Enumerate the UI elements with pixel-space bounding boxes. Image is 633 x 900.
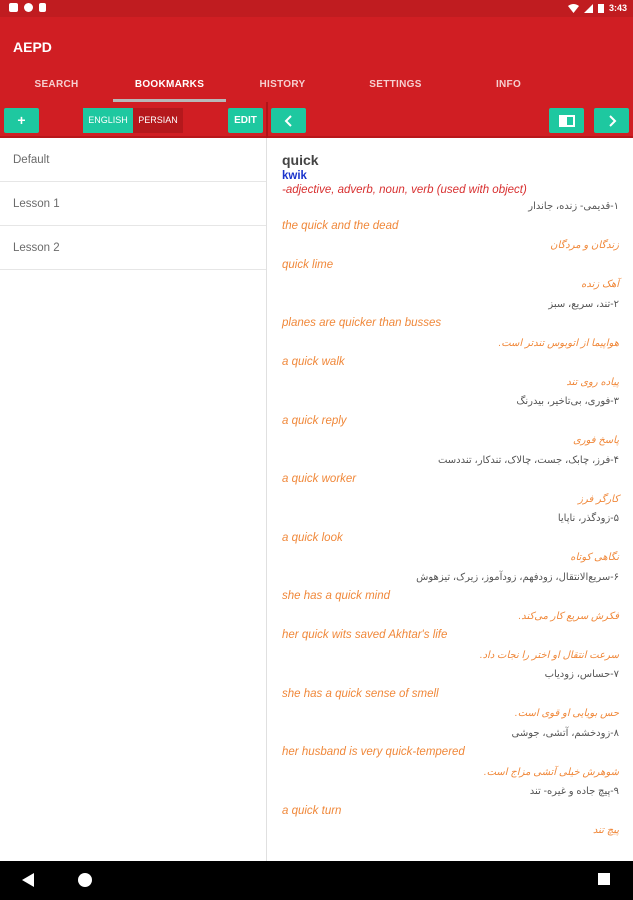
previous-button[interactable] — [271, 108, 306, 133]
edit-button[interactable]: EDIT — [228, 108, 263, 133]
notification-icon — [24, 3, 33, 12]
example-persian: زندگان و مردگان — [550, 240, 619, 251]
list-item[interactable]: Lesson 1 — [0, 182, 266, 226]
example-english: her husband is very quick-tempered — [282, 746, 465, 758]
definition-persian: ۳-فوری، بی‌تاخیر، بیدرنگ — [516, 396, 619, 407]
app-bar: AEPD SEARCH BOOKMARKS HISTORY SETTINGS I… — [0, 17, 633, 102]
example-persian: کارگر فرز — [578, 493, 619, 505]
circle-home-icon[interactable] — [78, 873, 92, 887]
example-english: a quick look — [282, 531, 343, 544]
definition-persian: ۲-تند، سریع، سبز — [548, 298, 619, 310]
example-english: a quick reply — [282, 414, 347, 427]
example-persian: نگاهی کوتاه — [570, 552, 619, 563]
lang-english-toggle[interactable]: ENGLISH — [83, 108, 133, 133]
list-item[interactable]: Default — [0, 138, 266, 182]
square-recents-icon[interactable] — [598, 873, 610, 885]
entry-view[interactable]: quick kwik -adjective, adverb, noun, ver… — [268, 138, 633, 861]
example-persian: آهک زنده — [581, 279, 619, 290]
sd-card-icon — [39, 3, 46, 12]
example-persian: پاسخ فوری — [572, 435, 619, 446]
signal-icon — [583, 3, 593, 13]
tab-bar: SEARCH BOOKMARKS HISTORY SETTINGS INFO — [0, 75, 633, 102]
example-persian: هواپیما از اتوبوس تندتر است. — [498, 337, 619, 349]
entry-pronunciation: kwik — [282, 170, 307, 182]
example-english: planes are quicker than busses — [282, 317, 442, 329]
battery-icon — [597, 4, 604, 13]
tab-settings[interactable]: SETTINGS — [339, 79, 452, 90]
system-icons: 3:43 — [567, 3, 627, 13]
notification-icon — [9, 3, 18, 12]
example-persian: شوهرش خیلی آتشی مزاج است. — [483, 766, 619, 778]
status-bar: 3:43 — [0, 0, 633, 17]
toolbar: + ENGLISH PERSIAN EDIT — [0, 102, 633, 138]
example-english: she has a quick sense of smell — [282, 687, 439, 700]
book-icon — [558, 115, 575, 127]
list-item[interactable]: Lesson 2 — [0, 226, 266, 270]
entry-part-of-speech: -adjective, adverb, noun, verb (used wit… — [282, 184, 527, 196]
tab-info[interactable]: INFO — [452, 79, 565, 90]
clock: 3:43 — [608, 3, 627, 13]
next-button[interactable] — [594, 108, 629, 133]
entry-word: quick — [282, 152, 319, 168]
example-persian: فکرش سریع کار می‌کند. — [518, 610, 620, 622]
notification-icons — [9, 3, 46, 12]
example-persian: سرعت انتقال او اختر را نجات داد. — [479, 649, 619, 661]
example-english: quick lime — [282, 258, 334, 271]
chevron-left-icon — [284, 115, 292, 127]
example-english: a quick turn — [282, 804, 342, 817]
lang-persian-toggle[interactable]: PERSIAN — [133, 108, 183, 133]
example-english: her quick wits saved Akhtar's life — [282, 629, 448, 641]
tab-search[interactable]: SEARCH — [0, 79, 113, 90]
example-english: a quick walk — [282, 356, 345, 368]
definition-persian: ۵-زودگذر، ناپایا — [557, 513, 619, 524]
example-persian: حس بویایی او قوی است. — [514, 708, 619, 719]
triangle-back-icon[interactable] — [22, 873, 34, 887]
wifi-icon — [567, 3, 579, 13]
add-lesson-button[interactable]: + — [4, 108, 39, 133]
definition-persian: ۹-پیچ جاده و غیره- تند — [529, 786, 619, 797]
tab-bookmarks[interactable]: BOOKMARKS — [113, 79, 226, 90]
example-english: a quick worker — [282, 473, 357, 485]
example-persian: پیچ تند — [592, 825, 619, 836]
example-english: she has a quick mind — [282, 590, 391, 602]
definition-persian: ۴-فرز، چابک، جست، چالاک، تندکار، تنددست — [437, 454, 619, 466]
entry-lines: ۱-قدیمی- زنده، جاندار the quick and the d… — [282, 197, 619, 841]
tab-history[interactable]: HISTORY — [226, 79, 339, 90]
example-english: the quick and the dead — [282, 219, 399, 232]
example-persian: پیاده روی تند — [566, 376, 619, 388]
definition-persian: ۱-قدیمی- زنده، جاندار — [528, 201, 619, 212]
app-title: AEPD — [13, 39, 52, 55]
lesson-list: Default Lesson 1 Lesson 2 — [0, 138, 267, 861]
definition-persian: ۸-زودخشم، آتشی، جوشی — [511, 727, 619, 739]
bookmark-book-button[interactable] — [549, 108, 584, 133]
chevron-right-icon — [608, 115, 616, 127]
definition-persian: ۶-سریع‌الانتقال، زودفهم، زودآموز، زیرک، … — [416, 571, 619, 583]
pane-divider — [266, 102, 268, 138]
navigation-bar — [0, 861, 633, 900]
definition-persian: ۷-حساس، زودیاب — [544, 669, 619, 680]
